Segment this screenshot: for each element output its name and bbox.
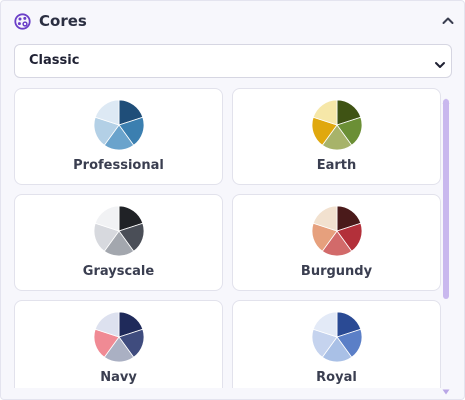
palette-label: Professional: [73, 158, 164, 173]
palette-pie-icon: [93, 205, 145, 257]
palette-icon: [14, 13, 31, 30]
palette-label: Earth: [316, 158, 357, 173]
palette-card-royal[interactable]: Royal: [232, 300, 441, 388]
palette-card-grayscale[interactable]: Grayscale: [14, 194, 223, 291]
panel-title: Cores: [39, 12, 87, 30]
palette-card-earth[interactable]: Earth: [232, 88, 441, 185]
theme-select[interactable]: Classic: [14, 44, 452, 78]
scrollbar-thumb[interactable]: [443, 99, 449, 299]
theme-select-value: Classic: [29, 53, 80, 68]
palette-pie-icon: [93, 311, 145, 363]
scroll-up-arrow-icon[interactable]: [442, 89, 450, 104]
palette-label: Burgundy: [300, 264, 373, 279]
palette-card-professional[interactable]: Professional: [14, 88, 223, 185]
palette-card-burgundy[interactable]: Burgundy: [232, 194, 441, 291]
scroll-down-arrow-icon[interactable]: [442, 380, 450, 395]
panel-header[interactable]: Cores: [1, 1, 465, 41]
palette-pie-icon: [311, 205, 363, 257]
chevron-up-icon[interactable]: [441, 13, 455, 27]
palette-card-navy[interactable]: Navy: [14, 300, 223, 388]
chevron-down-icon: [434, 56, 446, 68]
palette-label: Royal: [316, 370, 357, 385]
palette-pie-icon: [311, 311, 363, 363]
scrollbar[interactable]: [442, 89, 450, 395]
palette-label: Navy: [100, 370, 137, 385]
palette-pie-icon: [93, 99, 145, 151]
palette-pie-icon: [311, 99, 363, 151]
palette-grid: Professional Earth Grayscale Burgundy Na…: [14, 88, 454, 388]
colors-panel: Cores Classic Professional Earth Graysca…: [0, 0, 465, 400]
palette-label: Grayscale: [82, 264, 155, 279]
